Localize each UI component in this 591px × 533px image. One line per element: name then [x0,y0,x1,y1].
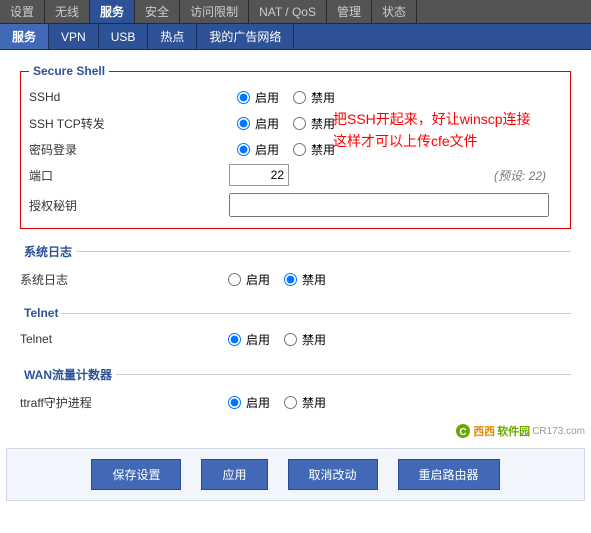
save-button[interactable]: 保存设置 [91,459,181,490]
syslog-enable-label: 启用 [246,271,270,288]
ssh-legend: Secure Shell [29,64,109,78]
pwdlogin-label: 密码登录 [29,141,229,158]
telnet-fieldset: Telnet Telnet 启用 禁用 [20,306,571,352]
sshd-disable-label: 禁用 [311,89,335,106]
sshd-enable-label: 启用 [255,89,279,106]
tcpfwd-row: SSH TCP转发 启用 禁用 [29,110,562,136]
subnav-tab-1[interactable]: VPN [49,24,99,49]
subnav-tab-0[interactable]: 服务 [0,24,49,49]
tcpfwd-label: SSH TCP转发 [29,115,229,132]
topnav-tab-5[interactable]: NAT / QoS [249,0,327,23]
watermark-text-a: 西西 [473,423,495,439]
topnav-tab-3[interactable]: 安全 [135,0,180,23]
pwdlogin-options: 启用 禁用 [229,141,374,158]
topnav-tab-7[interactable]: 状态 [372,0,417,23]
port-row: 端口 (预设: 22) [29,162,562,188]
sub-nav: 服务VPNUSB热点我的广告网络 [0,24,591,50]
topnav-tab-6[interactable]: 管理 [327,0,372,23]
tcpfwd-enable-radio[interactable] [237,117,250,130]
authkey-label: 授权秘钥 [29,197,229,214]
syslog-row: 系统日志 启用 禁用 [20,266,571,292]
wan-disable-label: 禁用 [302,394,326,411]
topnav-tab-0[interactable]: 设置 [0,0,45,23]
syslog-fieldset: 系统日志 系统日志 启用 禁用 [20,243,571,292]
port-label: 端口 [29,167,229,184]
telnet-label: Telnet [20,332,220,346]
subnav-tab-2[interactable]: USB [99,24,149,49]
reboot-button[interactable]: 重启路由器 [398,459,500,490]
subnav-tab-4[interactable]: 我的广告网络 [197,24,294,49]
pwdlogin-enable-label: 启用 [255,141,279,158]
watermark-url: CR173.com [532,426,585,437]
sshd-disable-radio[interactable] [293,91,306,104]
pwdlogin-row: 密码登录 启用 禁用 [29,136,562,162]
syslog-label: 系统日志 [20,271,220,288]
topnav-tab-1[interactable]: 无线 [45,0,90,23]
apply-button[interactable]: 应用 [201,459,267,490]
pwdlogin-enable-radio[interactable] [237,143,250,156]
telnet-disable-label: 禁用 [302,331,326,348]
sshd-row: SSHd 启用 禁用 [29,84,562,110]
watermark: C 西西软件园 CR173.com [0,423,585,442]
sshd-options: 启用 禁用 [229,89,374,106]
wan-fieldset: WAN流量计数器 ttraff守护进程 启用 禁用 [20,366,571,415]
port-input[interactable] [229,164,289,186]
topnav-tab-2[interactable]: 服务 [90,0,135,23]
tcpfwd-enable-label: 启用 [255,115,279,132]
page-content: Secure Shell 把SSH开起来，好让winscp连接 这样才可以上传c… [0,50,591,415]
sshd-enable-radio[interactable] [237,91,250,104]
telnet-row: Telnet 启用 禁用 [20,326,571,352]
pwdlogin-disable-label: 禁用 [311,141,335,158]
telnet-enable-radio[interactable] [228,333,241,346]
port-default-note: (预设: 22) [494,167,546,184]
tcpfwd-disable-radio[interactable] [293,117,306,130]
telnet-legend: Telnet [20,306,62,320]
wan-options: 启用 禁用 [220,394,365,411]
wan-row: ttraff守护进程 启用 禁用 [20,389,571,415]
wan-label: ttraff守护进程 [20,394,220,411]
subnav-tab-3[interactable]: 热点 [148,24,197,49]
wan-enable-label: 启用 [246,394,270,411]
syslog-legend: 系统日志 [20,243,76,260]
top-nav: 设置无线服务安全访问限制NAT / QoS管理状态 [0,0,591,24]
wan-enable-radio[interactable] [228,396,241,409]
syslog-disable-radio[interactable] [284,273,297,286]
watermark-text-b: 软件园 [497,423,530,439]
wan-legend: WAN流量计数器 [20,366,116,383]
authkey-row: 授权秘钥 [29,192,562,218]
pwdlogin-disable-radio[interactable] [293,143,306,156]
tcpfwd-options: 启用 禁用 [229,115,374,132]
telnet-options: 启用 禁用 [220,331,365,348]
topnav-tab-4[interactable]: 访问限制 [180,0,249,23]
footer-bar: 保存设置 应用 取消改动 重启路由器 [6,448,585,501]
telnet-disable-radio[interactable] [284,333,297,346]
syslog-options: 启用 禁用 [220,271,365,288]
telnet-enable-label: 启用 [246,331,270,348]
authkey-input[interactable] [229,193,549,217]
wan-disable-radio[interactable] [284,396,297,409]
ssh-fieldset: Secure Shell 把SSH开起来，好让winscp连接 这样才可以上传c… [20,64,571,229]
svg-text:C: C [460,427,467,438]
sshd-label: SSHd [29,90,229,104]
cancel-button[interactable]: 取消改动 [288,459,378,490]
syslog-disable-label: 禁用 [302,271,326,288]
watermark-icon: C [455,423,471,439]
tcpfwd-disable-label: 禁用 [311,115,335,132]
syslog-enable-radio[interactable] [228,273,241,286]
port-input-wrap [229,164,374,186]
